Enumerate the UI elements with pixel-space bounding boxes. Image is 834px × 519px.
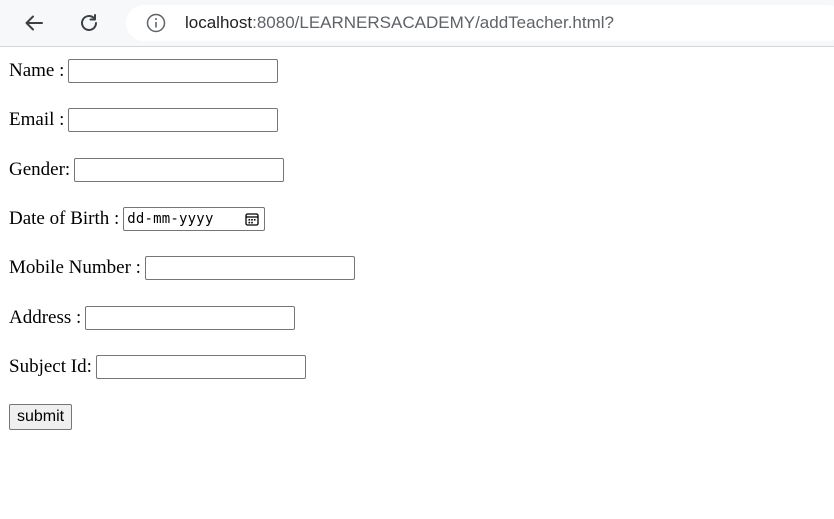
dob-row: Date of Birth : dd-mm-yyyy bbox=[9, 205, 266, 233]
gender-row: Gender: bbox=[9, 156, 285, 184]
mobile-row: Mobile Number : bbox=[9, 254, 355, 282]
name-row: Name : bbox=[9, 57, 279, 85]
arrow-left-icon bbox=[25, 15, 43, 31]
submit-button[interactable]: submit bbox=[9, 404, 73, 430]
subject-id-input[interactable] bbox=[95, 355, 306, 379]
url-host: localhost bbox=[185, 13, 253, 32]
mobile-input[interactable] bbox=[144, 256, 355, 280]
browser-toolbar: localhost:8080/LEARNERSACADEMY/addTeache… bbox=[0, 0, 834, 47]
email-label: Email : bbox=[9, 109, 65, 130]
mobile-label: Mobile Number : bbox=[9, 257, 141, 278]
back-button[interactable] bbox=[17, 6, 51, 40]
email-input[interactable] bbox=[68, 108, 279, 132]
dob-label: Date of Birth : bbox=[9, 208, 120, 229]
url-path: :8080/LEARNERSACADEMY/addTeacher.html? bbox=[252, 13, 615, 32]
url-text[interactable]: localhost:8080/LEARNERSACADEMY/addTeache… bbox=[185, 13, 614, 33]
address-input[interactable] bbox=[85, 306, 296, 330]
info-icon[interactable] bbox=[146, 13, 166, 33]
address-row: Address : bbox=[9, 304, 296, 332]
dob-input[interactable]: dd-mm-yyyy bbox=[123, 207, 266, 231]
email-row: Email : bbox=[9, 106, 279, 134]
calendar-icon[interactable] bbox=[245, 212, 259, 226]
subject-label: Subject Id: bbox=[9, 356, 92, 377]
dob-placeholder: dd-mm-yyyy bbox=[127, 211, 214, 227]
name-label: Name : bbox=[9, 60, 65, 81]
name-input[interactable] bbox=[68, 59, 279, 83]
address-bar[interactable]: localhost:8080/LEARNERSACADEMY/addTeache… bbox=[126, 5, 834, 41]
subject-row: Subject Id: bbox=[9, 353, 306, 381]
gender-label: Gender: bbox=[9, 159, 71, 180]
gender-input[interactable] bbox=[74, 158, 285, 182]
address-label: Address : bbox=[9, 307, 82, 328]
reload-button[interactable] bbox=[72, 6, 106, 40]
reload-icon bbox=[81, 14, 97, 31]
